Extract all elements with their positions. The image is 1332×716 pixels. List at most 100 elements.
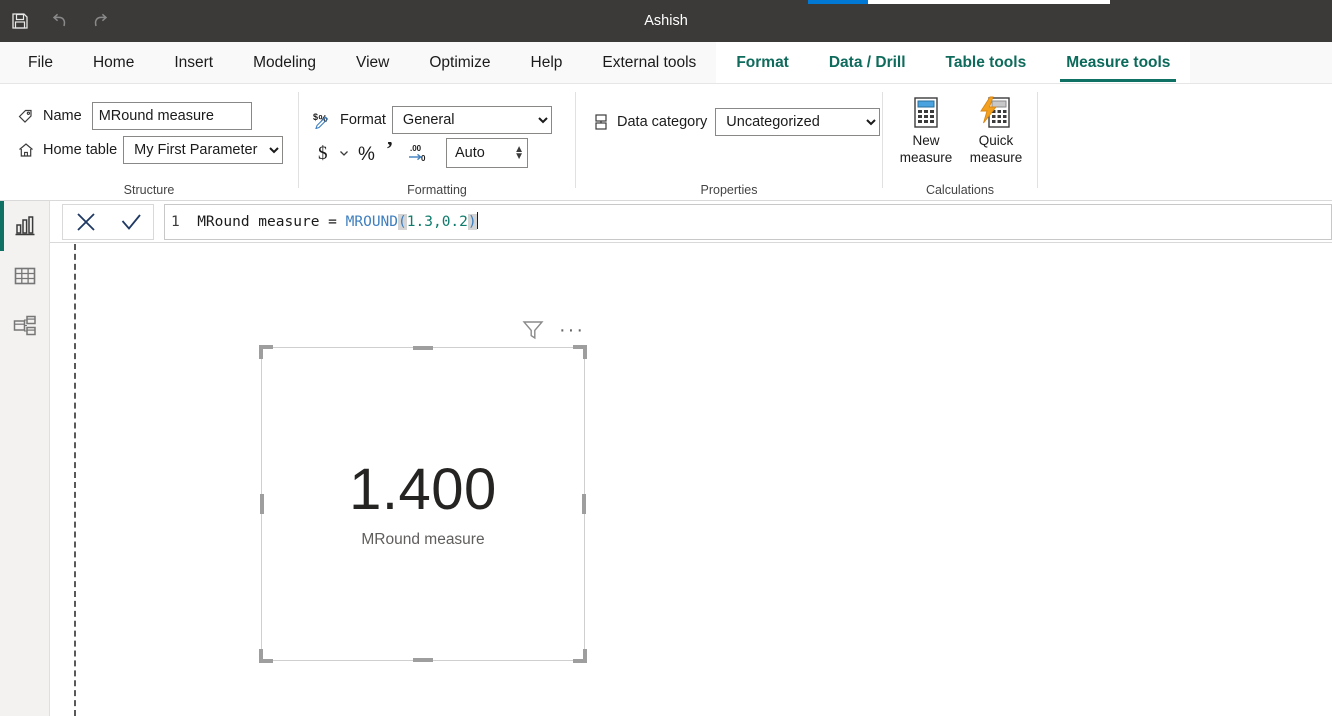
tab-external-tools[interactable]: External tools [582,42,716,84]
cancel-formula-button[interactable] [66,205,106,239]
home-table-label: Home table [43,142,117,158]
top-strip-blue [808,0,868,4]
format-label: Format [340,112,386,128]
resize-handle-top-left[interactable] [259,345,273,359]
home-table-select[interactable]: My First Parameter [123,136,283,164]
dax-arg-1: 1.3 [407,214,433,230]
dax-function-name: MROUND [346,214,398,230]
tab-format[interactable]: Format [716,42,809,84]
ribbon-group-calculations: New measure [883,84,1037,201]
table-grid-icon [12,263,38,289]
ribbon-group-properties: Data category Uncategorized Properties [576,84,882,201]
group-label-properties: Properties [576,183,882,197]
dax-expression: 1 MRound measure = MROUND(1.3,0.2) [171,212,478,231]
home-table-icon [16,140,36,160]
svg-text:’: ’ [386,142,393,161]
tab-data-drill[interactable]: Data / Drill [809,42,926,84]
top-strip-white [868,0,1110,4]
undo-button[interactable] [40,0,80,42]
resize-handle-bottom[interactable] [413,658,433,662]
quick-measure-label-line2: measure [970,149,1023,166]
new-measure-label-line1: New [912,132,939,149]
svg-text:%: % [358,144,375,164]
commit-formula-button[interactable] [111,205,151,239]
decimal-places-button[interactable]: .00 0 [403,138,433,168]
spinner-arrows-icon[interactable]: ▲ ▼ [514,146,524,160]
title-bar: Ashish [0,0,1332,42]
resize-handle-bottom-right[interactable] [573,649,587,663]
formula-actions [62,204,154,240]
percent-format-button[interactable]: % [353,138,379,168]
ribbon-body: Name Home table My First Parameter Struc… [0,84,1332,201]
name-tag-icon [16,106,36,126]
save-button[interactable] [0,0,40,42]
currency-format-button[interactable]: $ [313,138,335,168]
tab-home[interactable]: Home [73,42,154,84]
card-visual[interactable]: 1.400 MRound measure [261,347,585,661]
sidebar-item-report-view[interactable] [0,201,50,251]
svg-text:0: 0 [421,154,426,163]
decimal-places-spinner[interactable]: Auto ▲ ▼ [446,138,528,168]
redo-button[interactable] [80,0,120,42]
dax-formula-bar: 1 MRound measure = MROUND(1.3,0.2) [50,201,1332,243]
tab-insert[interactable]: Insert [154,42,233,84]
dax-space-1 [180,214,197,230]
spinner-down-icon[interactable]: ▼ [514,153,524,160]
resize-handle-right[interactable] [582,494,586,514]
group-separator-4 [1037,92,1038,188]
format-select[interactable]: General [392,106,552,134]
dax-open-paren: ( [398,214,407,230]
tab-view[interactable]: View [336,42,409,84]
dax-equals: = [319,214,345,230]
resize-handle-left[interactable] [260,494,264,514]
measure-name-input[interactable] [92,102,252,130]
power-bi-desktop-window: Ashish File Home Insert Modeling View Op… [0,0,1332,716]
new-measure-button[interactable]: New measure [895,94,957,166]
format-icon: $ % [313,111,335,129]
ribbon-group-formatting: $ % Format General $ [299,84,575,201]
svg-text:.00: .00 [410,144,422,153]
quick-measure-button[interactable]: Quick measure [965,94,1027,166]
group-label-formatting: Formatting [299,183,575,197]
dax-comma: , [433,214,442,230]
tab-optimize[interactable]: Optimize [409,42,510,84]
canvas-guide-line [74,244,76,716]
group-label-calculations: Calculations [883,183,1037,197]
view-rail [0,201,50,716]
tab-help[interactable]: Help [511,42,583,84]
quick-measure-icon [977,94,1015,132]
ribbon-tab-strip: File Home Insert Modeling View Optimize … [0,42,1332,84]
card-label: MRound measure [262,531,584,549]
currency-dropdown-chevron-icon[interactable] [335,138,353,168]
decimal-places-value: Auto [455,145,485,161]
tab-table-tools[interactable]: Table tools [926,42,1047,84]
resize-handle-top[interactable] [413,346,433,350]
tab-modeling[interactable]: Modeling [233,42,336,84]
group-label-structure: Structure [0,183,298,197]
resize-handle-bottom-left[interactable] [259,649,273,663]
window-title: Ashish [0,0,1332,42]
thousands-separator-button[interactable]: ’ [379,138,403,168]
sidebar-item-model-view[interactable] [0,301,50,351]
filter-icon[interactable] [521,319,545,341]
quick-access-toolbar [0,0,120,42]
data-category-label: Data category [617,114,707,130]
visual-header-toolbar: ··· [521,319,585,341]
svg-text:$: $ [313,112,318,122]
quick-measure-label-line1: Quick [979,132,1014,149]
svg-text:$: $ [318,143,328,164]
dax-measure-name: MRound measure [197,214,319,230]
ribbon-group-structure: Name Home table My First Parameter Struc… [0,84,298,201]
more-options-icon[interactable]: ··· [559,325,585,335]
sidebar-item-data-view[interactable] [0,251,50,301]
report-canvas[interactable]: ··· 1.400 MRound measure [51,244,1332,716]
tab-file[interactable]: File [8,42,73,84]
resize-handle-top-right[interactable] [573,345,587,359]
dax-arg-2: 0.2 [442,214,468,230]
data-category-select[interactable]: Uncategorized [715,108,880,136]
card-value: 1.400 [262,459,584,521]
dax-expression-editor[interactable]: 1 MRound measure = MROUND(1.3,0.2) [164,204,1332,240]
name-label: Name [43,108,82,124]
tab-measure-tools[interactable]: Measure tools [1046,42,1190,84]
dax-close-paren: ) [468,214,477,230]
